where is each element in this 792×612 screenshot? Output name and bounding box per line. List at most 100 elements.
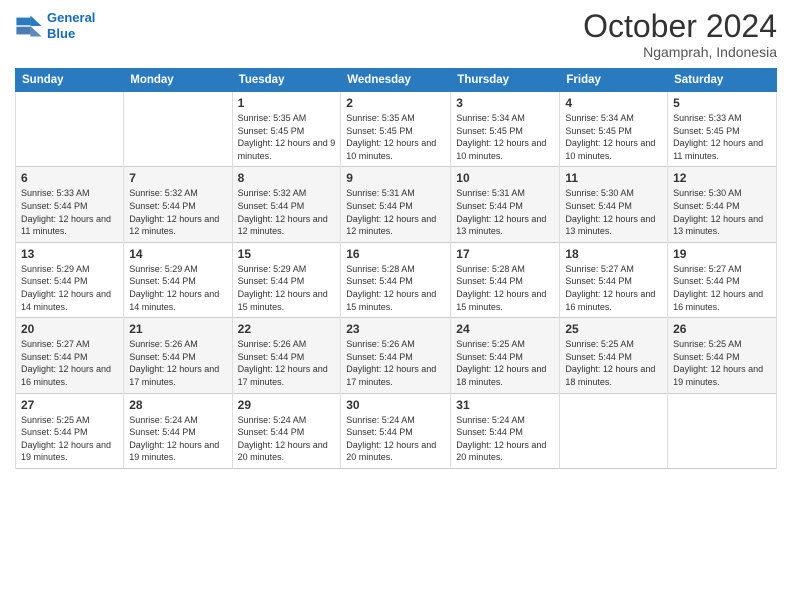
day-info: Sunrise: 5:34 AM Sunset: 5:45 PM Dayligh… — [565, 112, 662, 162]
day-info: Sunrise: 5:24 AM Sunset: 5:44 PM Dayligh… — [456, 414, 554, 464]
table-row — [16, 92, 124, 167]
table-row: 10Sunrise: 5:31 AM Sunset: 5:44 PM Dayli… — [451, 167, 560, 242]
day-number: 23 — [346, 322, 445, 336]
day-info: Sunrise: 5:28 AM Sunset: 5:44 PM Dayligh… — [456, 263, 554, 313]
day-number: 3 — [456, 96, 554, 110]
table-row — [124, 92, 232, 167]
calendar-week-row: 20Sunrise: 5:27 AM Sunset: 5:44 PM Dayli… — [16, 318, 777, 393]
table-row: 19Sunrise: 5:27 AM Sunset: 5:44 PM Dayli… — [668, 242, 777, 317]
day-number: 1 — [238, 96, 336, 110]
day-info: Sunrise: 5:29 AM Sunset: 5:44 PM Dayligh… — [238, 263, 336, 313]
col-wednesday: Wednesday — [341, 69, 451, 92]
table-row: 13 Sunrise: 5:29 AM Sunset: 5:44 PM Dayli… — [16, 242, 124, 317]
table-row: 5 Sunrise: 5:33 AM Sunset: 5:45 PM Daylig… — [668, 92, 777, 167]
day-number: 31 — [456, 398, 554, 412]
table-row: 12Sunrise: 5:30 AM Sunset: 5:44 PM Dayli… — [668, 167, 777, 242]
day-number: 10 — [456, 171, 554, 185]
table-row: 7Sunrise: 5:32 AM Sunset: 5:44 PM Daylig… — [124, 167, 232, 242]
calendar-week-row: 6Sunrise: 5:33 AM Sunset: 5:44 PM Daylig… — [16, 167, 777, 242]
day-info: Sunrise: 5:27 AM Sunset: 5:44 PM Dayligh… — [565, 263, 662, 313]
day-number: 24 — [456, 322, 554, 336]
table-row: 27 Sunrise: 5:25 AM Sunset: 5:44 PM Dayli… — [16, 393, 124, 468]
day-number: 13 — [21, 247, 118, 261]
day-number: 26 — [673, 322, 771, 336]
logo-line2: Blue — [47, 26, 75, 41]
logo-text: General Blue — [47, 10, 95, 41]
table-row: 29Sunrise: 5:24 AM Sunset: 5:44 PM Dayli… — [232, 393, 341, 468]
day-number: 5 — [673, 96, 771, 110]
day-info: Sunrise: 5:24 AM Sunset: 5:44 PM Dayligh… — [129, 414, 226, 464]
col-monday: Monday — [124, 69, 232, 92]
day-number: 7 — [129, 171, 226, 185]
table-row: 22 Sunrise: 5:26 AM Sunset: 5:44 PM Dayli… — [232, 318, 341, 393]
day-number: 17 — [456, 247, 554, 261]
day-number: 11 — [565, 171, 662, 185]
day-number: 15 — [238, 247, 336, 261]
table-row: 31 Sunrise: 5:24 AM Sunset: 5:44 PM Dayli… — [451, 393, 560, 468]
table-row: 11 Sunrise: 5:30 AM Sunset: 5:44 PM Dayli… — [560, 167, 668, 242]
day-info: Sunrise: 5:25 AM Sunset: 5:44 PM Dayligh… — [565, 338, 662, 388]
table-row: 30 Sunrise: 5:24 AM Sunset: 5:44 PM Dayli… — [341, 393, 451, 468]
table-row: 3 Sunrise: 5:34 AM Sunset: 5:45 PM Daylig… — [451, 92, 560, 167]
day-number: 4 — [565, 96, 662, 110]
table-row: 20Sunrise: 5:27 AM Sunset: 5:44 PM Dayli… — [16, 318, 124, 393]
day-info: Sunrise: 5:26 AM Sunset: 5:44 PM Dayligh… — [238, 338, 336, 388]
day-number: 27 — [21, 398, 118, 412]
table-row: 4 Sunrise: 5:34 AM Sunset: 5:45 PM Daylig… — [560, 92, 668, 167]
table-row: 26 Sunrise: 5:25 AM Sunset: 5:44 PM Dayli… — [668, 318, 777, 393]
day-number: 28 — [129, 398, 226, 412]
calendar-header-row: Sunday Monday Tuesday Wednesday Thursday… — [16, 69, 777, 92]
day-info: Sunrise: 5:25 AM Sunset: 5:44 PM Dayligh… — [673, 338, 771, 388]
day-number: 12 — [673, 171, 771, 185]
col-sunday: Sunday — [16, 69, 124, 92]
day-number: 21 — [129, 322, 226, 336]
logo-icon — [15, 12, 43, 40]
logo: General Blue — [15, 10, 95, 41]
day-number: 22 — [238, 322, 336, 336]
day-number: 9 — [346, 171, 445, 185]
table-row: 1Sunrise: 5:35 AM Sunset: 5:45 PM Daylig… — [232, 92, 341, 167]
header: General Blue October 2024 Ngamprah, Indo… — [15, 10, 777, 60]
day-info: Sunrise: 5:26 AM Sunset: 5:44 PM Dayligh… — [346, 338, 445, 388]
month-title: October 2024 — [583, 10, 777, 42]
day-info: Sunrise: 5:32 AM Sunset: 5:44 PM Dayligh… — [238, 187, 336, 237]
day-info: Sunrise: 5:30 AM Sunset: 5:44 PM Dayligh… — [565, 187, 662, 237]
day-number: 30 — [346, 398, 445, 412]
table-row: 23 Sunrise: 5:26 AM Sunset: 5:44 PM Dayli… — [341, 318, 451, 393]
day-info: Sunrise: 5:34 AM Sunset: 5:45 PM Dayligh… — [456, 112, 554, 162]
day-info: Sunrise: 5:28 AM Sunset: 5:44 PM Dayligh… — [346, 263, 445, 313]
table-row — [560, 393, 668, 468]
day-number: 6 — [21, 171, 118, 185]
day-number: 14 — [129, 247, 226, 261]
table-row — [668, 393, 777, 468]
day-info: Sunrise: 5:25 AM Sunset: 5:44 PM Dayligh… — [21, 414, 118, 464]
table-row: 18Sunrise: 5:27 AM Sunset: 5:44 PM Dayli… — [560, 242, 668, 317]
table-row: 2 Sunrise: 5:35 AM Sunset: 5:45 PM Daylig… — [341, 92, 451, 167]
day-info: Sunrise: 5:33 AM Sunset: 5:45 PM Dayligh… — [673, 112, 771, 162]
table-row: 28 Sunrise: 5:24 AM Sunset: 5:44 PM Dayli… — [124, 393, 232, 468]
page: General Blue October 2024 Ngamprah, Indo… — [0, 0, 792, 612]
table-row: 9 Sunrise: 5:31 AM Sunset: 5:44 PM Daylig… — [341, 167, 451, 242]
day-info: Sunrise: 5:29 AM Sunset: 5:44 PM Dayligh… — [21, 263, 118, 313]
day-info: Sunrise: 5:26 AM Sunset: 5:44 PM Dayligh… — [129, 338, 226, 388]
table-row: 8 Sunrise: 5:32 AM Sunset: 5:44 PM Daylig… — [232, 167, 341, 242]
day-info: Sunrise: 5:35 AM Sunset: 5:45 PM Dayligh… — [346, 112, 445, 162]
table-row: 21 Sunrise: 5:26 AM Sunset: 5:44 PM Dayli… — [124, 318, 232, 393]
day-info: Sunrise: 5:31 AM Sunset: 5:44 PM Dayligh… — [346, 187, 445, 237]
day-number: 16 — [346, 247, 445, 261]
day-number: 2 — [346, 96, 445, 110]
day-info: Sunrise: 5:29 AM Sunset: 5:44 PM Dayligh… — [129, 263, 226, 313]
table-row: 15 Sunrise: 5:29 AM Sunset: 5:44 PM Dayli… — [232, 242, 341, 317]
day-info: Sunrise: 5:27 AM Sunset: 5:44 PM Dayligh… — [21, 338, 118, 388]
day-number: 29 — [238, 398, 336, 412]
day-number: 8 — [238, 171, 336, 185]
title-block: October 2024 Ngamprah, Indonesia — [583, 10, 777, 60]
calendar-week-row: 1 Sunrise: 5:35 AM Sunset: 5:45 PM Daylig… — [16, 92, 777, 167]
table-row: 17 Sunrise: 5:28 AM Sunset: 5:44 PM Dayli… — [451, 242, 560, 317]
col-friday: Friday — [560, 69, 668, 92]
day-info: Sunrise: 5:24 AM Sunset: 5:44 PM Dayligh… — [346, 414, 445, 464]
col-tuesday: Tuesday — [232, 69, 341, 92]
logo-line1: General — [47, 10, 95, 25]
calendar: Sunday Monday Tuesday Wednesday Thursday… — [15, 68, 777, 469]
table-row: 14 Sunrise: 5:29 AM Sunset: 5:44 PM Dayli… — [124, 242, 232, 317]
